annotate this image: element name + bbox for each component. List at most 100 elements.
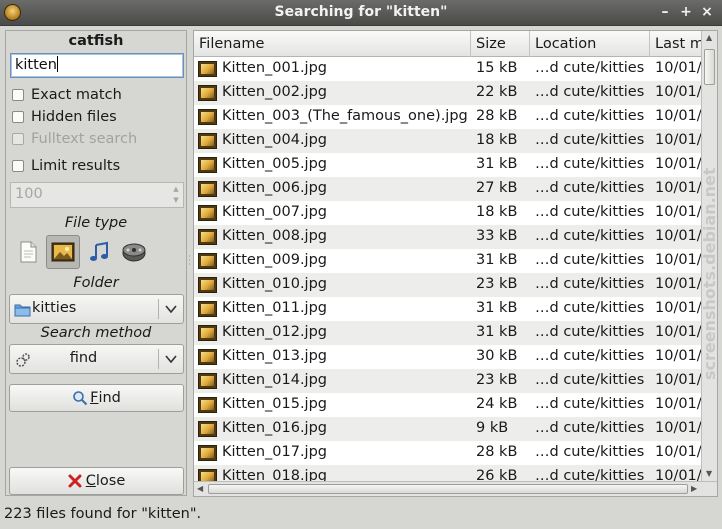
limit-results-option[interactable]: Limit results (12, 157, 120, 175)
table-row[interactable]: Kitten_007.jpg 18 kB …d cute/kitties 10/01/ (194, 201, 701, 225)
location-cell: …d cute/kitties (535, 396, 645, 412)
table-row[interactable]: Kitten_003_(The_famous_one).jpg 28 kB …d c… (194, 105, 701, 129)
table-row[interactable]: Kitten_015.jpg 24 kB …d cute/kitties 10/01/ (194, 393, 701, 417)
table-row[interactable]: Kitten_005.jpg 31 kB …d cute/kitties 10/01/ (194, 153, 701, 177)
search-input-value: kitten (15, 57, 57, 73)
scroll-up-arrow-icon[interactable]: ▲ (706, 33, 712, 42)
location-cell: …d cute/kitties (535, 420, 645, 436)
vertical-scroll-thumb[interactable] (704, 49, 715, 85)
column-header-last-modified[interactable]: Last m (650, 31, 701, 57)
size-cell: 18 kB (476, 132, 518, 148)
table-row[interactable]: Kitten_012.jpg 31 kB …d cute/kitties 10/01/ (194, 321, 701, 345)
close-icon (68, 474, 82, 488)
location-cell: …d cute/kitties (535, 252, 645, 268)
last-modified-cell: 10/01/ (655, 444, 701, 460)
folder-chooser[interactable]: kitties (9, 294, 184, 324)
column-header-size[interactable]: Size (471, 31, 530, 57)
size-cell: 18 kB (476, 204, 518, 220)
fulltext-search-label: Fulltext search (31, 131, 138, 147)
filename-cell: Kitten_012.jpg (222, 324, 327, 340)
image-file-icon (198, 277, 217, 293)
last-modified-cell: 10/01/ (655, 420, 701, 436)
file-type-label: File type (64, 215, 128, 231)
last-modified-cell: 10/01/ (655, 324, 701, 340)
scroll-left-arrow-icon[interactable]: ◀ (197, 484, 203, 493)
video-type-button[interactable] (117, 235, 151, 269)
status-bar: 223 files found for "kitten". (4, 506, 202, 522)
column-header-filename[interactable]: Filename (194, 31, 471, 57)
table-row[interactable]: Kitten_017.jpg 28 kB …d cute/kitties 10/01/ (194, 441, 701, 465)
filename-cell: Kitten_008.jpg (222, 228, 327, 244)
last-modified-cell: 10/01/ (655, 252, 701, 268)
location-cell: …d cute/kitties (535, 84, 645, 100)
size-cell: 28 kB (476, 108, 518, 124)
last-modified-cell: 10/01/ (655, 228, 701, 244)
pane-resize-handle[interactable]: · · · (187, 253, 192, 269)
filename-cell: Kitten_010.jpg (222, 276, 327, 292)
table-body: Kitten_001.jpg 15 kB …d cute/kitties 10/01/… (194, 57, 701, 483)
scroll-right-arrow-icon[interactable]: ▶ (691, 484, 697, 493)
size-cell: 28 kB (476, 444, 518, 460)
last-modified-cell: 10/01/ (655, 132, 701, 148)
size-cell: 31 kB (476, 156, 518, 172)
document-type-button[interactable] (11, 235, 45, 269)
find-button[interactable]: Find (9, 384, 184, 412)
last-modified-cell: 10/01/ (655, 372, 701, 388)
table-row[interactable]: Kitten_009.jpg 31 kB …d cute/kitties 10/01/ (194, 249, 701, 273)
filename-cell: Kitten_002.jpg (222, 84, 327, 100)
table-row[interactable]: Kitten_011.jpg 31 kB …d cute/kitties 10/01/ (194, 297, 701, 321)
title-bar: Searching for "kitten" – + × (0, 0, 722, 26)
filename-cell: Kitten_001.jpg (222, 60, 327, 76)
size-cell: 15 kB (476, 60, 518, 76)
size-cell: 30 kB (476, 348, 518, 364)
horizontal-scroll-thumb[interactable] (208, 484, 688, 494)
exact-match-option[interactable]: Exact match (12, 86, 122, 104)
table-row[interactable]: Kitten_013.jpg 30 kB …d cute/kitties 10/01/ (194, 345, 701, 369)
hidden-files-option[interactable]: Hidden files (12, 108, 117, 126)
location-cell: …d cute/kitties (535, 348, 645, 364)
document-icon (20, 241, 37, 263)
image-type-button[interactable] (46, 235, 80, 269)
location-cell: …d cute/kitties (535, 60, 645, 76)
filename-cell: Kitten_007.jpg (222, 204, 327, 220)
table-row[interactable]: Kitten_002.jpg 22 kB …d cute/kitties 10/01/ (194, 81, 701, 105)
filename-cell: Kitten_015.jpg (222, 396, 327, 412)
close-window-button[interactable]: × (698, 3, 716, 21)
limit-results-checkbox[interactable] (12, 160, 24, 172)
table-row[interactable]: Kitten_010.jpg 23 kB …d cute/kitties 10/01/ (194, 273, 701, 297)
table-row[interactable]: Kitten_014.jpg 23 kB …d cute/kitties 10/01/ (194, 369, 701, 393)
results-table: Filename Size Location Last m Kitten_001… (193, 30, 718, 497)
fulltext-search-option: Fulltext search (12, 130, 137, 148)
table-row[interactable]: Kitten_001.jpg 15 kB …d cute/kitties 10/01/ (194, 57, 701, 81)
search-method-chooser[interactable]: find (9, 344, 184, 374)
size-cell: 23 kB (476, 276, 518, 292)
size-cell: 27 kB (476, 180, 518, 196)
image-file-icon (198, 253, 217, 269)
location-cell: …d cute/kitties (535, 444, 645, 460)
column-header-location[interactable]: Location (530, 31, 650, 57)
find-button-label: ind (98, 390, 121, 406)
last-modified-cell: 10/01/ (655, 396, 701, 412)
last-modified-cell: 10/01/ (655, 276, 701, 292)
folder-icon (14, 304, 31, 317)
folder-label: Folder (73, 275, 119, 291)
table-row[interactable]: Kitten_016.jpg 9 kB …d cute/kitties 10/01/ (194, 417, 701, 441)
table-row[interactable]: Kitten_004.jpg 18 kB …d cute/kitties 10/01/ (194, 129, 701, 153)
exact-match-checkbox[interactable] (12, 89, 24, 101)
maximize-button[interactable]: + (677, 3, 695, 21)
hidden-files-checkbox[interactable] (12, 111, 24, 123)
image-file-icon (198, 445, 217, 461)
table-row[interactable]: Kitten_006.jpg 27 kB …d cute/kitties 10/01/ (194, 177, 701, 201)
scroll-down-arrow-icon[interactable]: ▼ (706, 469, 712, 478)
location-cell: …d cute/kitties (535, 180, 645, 196)
search-input[interactable]: kitten (10, 53, 184, 78)
close-button[interactable]: Close (9, 467, 184, 495)
window-title: Searching for "kitten" (274, 4, 448, 20)
table-row[interactable]: Kitten_008.jpg 33 kB …d cute/kitties 10/01/ (194, 225, 701, 249)
image-file-icon (198, 229, 217, 245)
music-type-button[interactable] (82, 235, 116, 269)
combo-separator (158, 349, 159, 369)
minimize-button[interactable]: – (656, 3, 674, 21)
size-cell: 31 kB (476, 324, 518, 340)
horizontal-scrollbar[interactable]: ◀ ▶ (194, 481, 717, 496)
